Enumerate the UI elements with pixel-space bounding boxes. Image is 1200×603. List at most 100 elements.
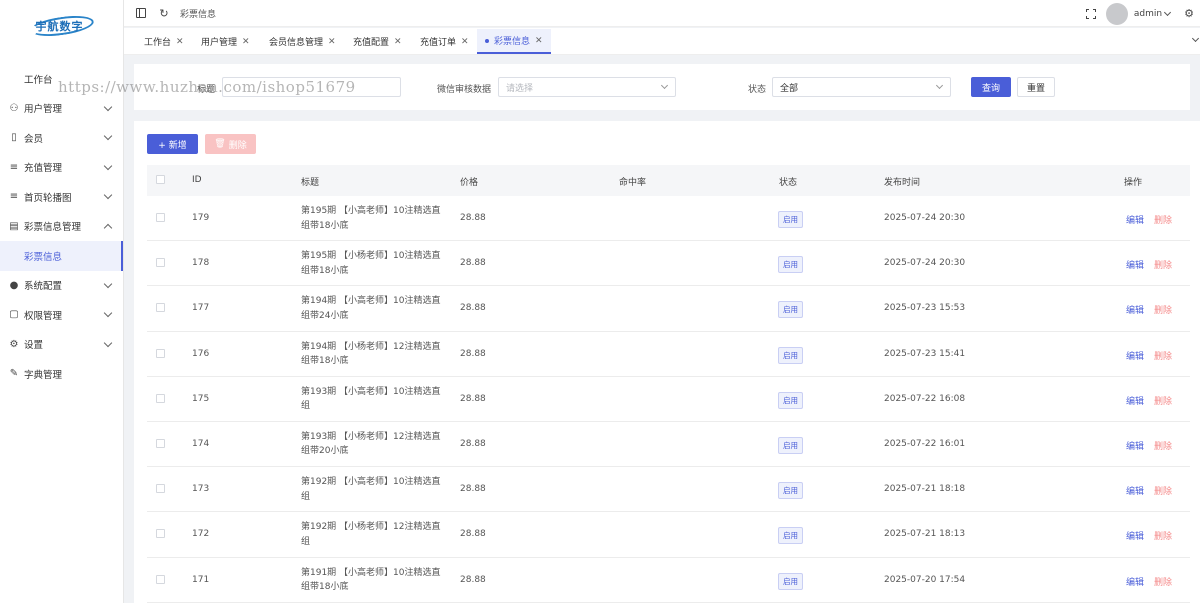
status-label: 状态: [748, 85, 767, 95]
sidebar-item-7[interactable]: ● 系统配置: [0, 271, 123, 301]
cell-title: 第195期 【小高老师】10注精选直组带18小底: [301, 206, 441, 231]
delete-link[interactable]: 删除: [1154, 575, 1172, 588]
table-header: ID 标题 价格 命中率 状态 发布时间 操作: [147, 165, 1190, 196]
tab-recharge-order[interactable]: 充值订单 ✕: [420, 29, 469, 54]
tab-recharge-config[interactable]: 充值配置 ✕: [353, 29, 402, 54]
status-badge: 启用: [778, 346, 803, 364]
cell-title: 第192期 【小高老师】10注精选直组: [301, 477, 441, 502]
cell-title: 第195期 【小杨老师】10注精选直组带18小底: [301, 251, 441, 276]
gear-icon: ⚙: [9, 338, 19, 350]
tab-bar: 工作台 ✕ 用户管理 ✕ 会员信息管理 ✕ 充值配置 ✕ 充值订单 ✕ 彩票信息 ✕: [124, 28, 1200, 55]
edit-link[interactable]: 编辑: [1126, 349, 1144, 362]
title-input[interactable]: [222, 77, 401, 97]
delete-link[interactable]: 删除: [1154, 258, 1172, 271]
tab-user-manage[interactable]: 用户管理 ✕: [201, 29, 250, 54]
row-checkbox[interactable]: [156, 213, 165, 222]
wechat-placeholder: 请选择: [506, 83, 534, 94]
row-checkbox[interactable]: [156, 529, 165, 539]
collapse-sidebar-button[interactable]: [135, 7, 147, 19]
row-checkbox[interactable]: [156, 484, 165, 494]
row-checkbox[interactable]: [156, 438, 165, 448]
cell-price: 28.88: [460, 438, 486, 449]
sidebar-item-10[interactable]: ✎ 字典管理: [0, 359, 123, 389]
edit-link[interactable]: 编辑: [1126, 258, 1144, 271]
sidebar-item-2[interactable]: ▯ 会员: [0, 123, 123, 153]
lock-icon: ▢: [9, 309, 19, 321]
wechat-select[interactable]: 请选择: [498, 77, 676, 97]
delete-link[interactable]: 删除: [1154, 529, 1172, 542]
sidebar-item-5[interactable]: ▤ 彩票信息管理: [0, 212, 123, 242]
close-icon[interactable]: ✕: [328, 37, 336, 47]
close-icon[interactable]: ✕: [535, 36, 543, 46]
close-icon[interactable]: ✕: [176, 37, 184, 47]
top-header: ↻ 彩票信息 admin ⚙: [124, 0, 1200, 27]
delete-link[interactable]: 删除: [1154, 394, 1172, 407]
cell-price: 28.88: [460, 529, 486, 540]
edit-link[interactable]: 编辑: [1126, 439, 1144, 452]
sidebar-item-label: 用户管理: [24, 104, 63, 116]
delete-link[interactable]: 删除: [1154, 303, 1172, 316]
status-select[interactable]: 全部: [772, 77, 951, 97]
avatar[interactable]: [1105, 2, 1128, 25]
chevron-down-icon: [103, 190, 113, 200]
edit-link[interactable]: 编辑: [1126, 213, 1144, 226]
user-name[interactable]: admin: [1134, 9, 1162, 19]
row-checkbox[interactable]: [156, 348, 165, 358]
edit-link[interactable]: 编辑: [1126, 394, 1144, 407]
sidebar-item-4[interactable]: ≡ 首页轮播图: [0, 182, 123, 212]
edit-link[interactable]: 编辑: [1126, 575, 1144, 588]
calendar-icon: ▤: [9, 220, 19, 232]
edit-link[interactable]: 编辑: [1126, 484, 1144, 497]
sidebar-menu: 工作台 ⚇ 用户管理 ▯ 会员 ≡ 充值管理 ≡ 首页轮播图 ▤ 彩票信息管理 彩票信息 ● 系统配置 ▢ 权…: [0, 64, 123, 389]
tab-member-info[interactable]: 会员信息管理 ✕: [269, 29, 336, 54]
delete-link[interactable]: 删除: [1154, 484, 1172, 497]
chevron-down-icon[interactable]: [1164, 8, 1172, 16]
query-button[interactable]: 查询: [971, 77, 1011, 97]
row-checkbox[interactable]: [156, 303, 165, 313]
sidebar-item-8[interactable]: ▢ 权限管理: [0, 300, 123, 330]
title-label: 标题: [197, 85, 216, 95]
cell-publish-time: 2025-07-24 20:30: [884, 213, 966, 223]
delete-batch-button[interactable]: 🗑 删除: [205, 134, 256, 154]
cell-price: 28.88: [460, 393, 486, 404]
row-checkbox[interactable]: [156, 574, 165, 584]
tab-lottery-info[interactable]: 彩票信息 ✕: [477, 29, 551, 54]
fullscreen-icon[interactable]: [1085, 8, 1096, 19]
delete-link[interactable]: 删除: [1154, 213, 1172, 226]
close-icon[interactable]: ✕: [242, 37, 250, 47]
close-icon[interactable]: ✕: [461, 37, 469, 47]
close-icon[interactable]: ✕: [394, 37, 402, 47]
tab-label: 充值订单: [420, 38, 457, 48]
add-button[interactable]: + 新增: [147, 134, 198, 154]
status-badge: 启用: [778, 572, 803, 590]
data-table: ID 标题 价格 命中率 状态 发布时间 操作 179 第195期 【小高老师】1…: [147, 165, 1190, 603]
list-icon: ≡: [9, 161, 19, 173]
row-checkbox[interactable]: [156, 258, 165, 268]
sidebar-item-0[interactable]: 工作台: [0, 64, 123, 94]
tab-workbench[interactable]: 工作台 ✕: [144, 29, 184, 54]
delete-link[interactable]: 删除: [1154, 349, 1172, 362]
sidebar-item-1[interactable]: ⚇ 用户管理: [0, 94, 123, 124]
row-checkbox[interactable]: [156, 393, 165, 403]
cell-id: 178: [192, 258, 210, 269]
table-row: 175 第193期 【小高老师】10注精选直组 28.88 启用 2025-07-22 …: [147, 377, 1190, 422]
cell-price: 28.88: [460, 348, 486, 359]
edit-link[interactable]: 编辑: [1126, 529, 1144, 542]
table-row: 176 第194期 【小杨老师】12注精选直组带18小底 28.88 启用 2025-0…: [147, 332, 1190, 377]
refresh-button[interactable]: ↻: [158, 7, 170, 20]
chevron-down-icon[interactable]: [1191, 34, 1200, 43]
cell-title: 第193期 【小高老师】10注精选直组: [301, 386, 441, 412]
select-all-checkbox[interactable]: [156, 175, 165, 184]
cell-title: 第194期 【小高老师】10注精选直组带24小底: [301, 296, 441, 321]
sidebar-item-6[interactable]: 彩票信息: [0, 241, 123, 271]
sidebar-item-9[interactable]: ⚙ 设置: [0, 330, 123, 360]
sidebar-item-3[interactable]: ≡ 充值管理: [0, 153, 123, 183]
status-badge: 启用: [778, 482, 803, 500]
edit-link[interactable]: 编辑: [1126, 303, 1144, 316]
sidebar: 宇航数字 工作台 ⚇ 用户管理 ▯ 会员 ≡ 充值管理 ≡ 首页轮播图 ▤ 彩票信息管理 彩票信息 ● 系…: [0, 0, 124, 603]
tab-label: 会员信息管理: [269, 38, 324, 48]
chevron-down-icon: [103, 161, 113, 170]
gear-icon[interactable]: ⚙: [1184, 7, 1194, 20]
delete-link[interactable]: 删除: [1154, 439, 1172, 452]
reset-button[interactable]: 重置: [1017, 77, 1055, 97]
